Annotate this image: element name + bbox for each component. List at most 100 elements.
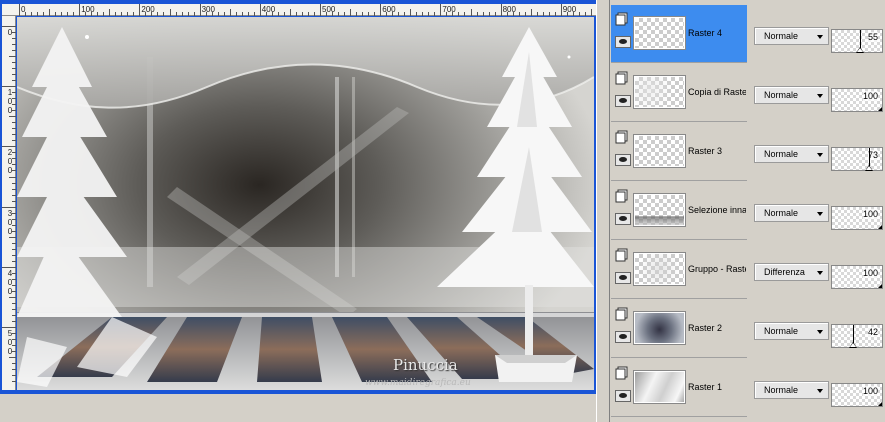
- ruler-minor-tick: [157, 12, 159, 16]
- ruler-tick: [2, 146, 16, 148]
- chevron-down-icon[interactable]: [817, 330, 823, 334]
- ruler-tick: [2, 86, 16, 88]
- ruler-minor-tick: [362, 12, 364, 16]
- opacity-value: 100: [862, 209, 878, 219]
- opacity-handle-icon[interactable]: [856, 47, 864, 53]
- blend-mode-value: Normale: [764, 385, 799, 395]
- blend-mode-dropdown[interactable]: Normale: [754, 204, 829, 222]
- ruler-minor-tick: [301, 12, 303, 16]
- layer-group-icon[interactable]: [615, 71, 629, 85]
- eye-icon[interactable]: [615, 95, 631, 107]
- layer-group-icon[interactable]: [615, 366, 629, 380]
- opacity-corner-icon: [878, 284, 882, 288]
- layer-cell[interactable]: Raster 4: [611, 5, 747, 63]
- opacity-slider[interactable]: 100: [831, 383, 883, 407]
- opacity-slider[interactable]: 100: [831, 206, 883, 230]
- ruler-minor-tick: [9, 357, 16, 359]
- layer-group-icon[interactable]: [615, 248, 629, 262]
- ruler-minor-tick: [12, 32, 16, 34]
- ruler-minor-tick: [193, 12, 195, 16]
- ruler-minor-tick: [12, 74, 16, 76]
- blend-mode-dropdown[interactable]: Normale: [754, 86, 829, 104]
- opacity-slider[interactable]: 100: [831, 88, 883, 112]
- layer-cell[interactable]: Selezione inna: [611, 182, 747, 240]
- layer-cell[interactable]: Gruppo - Raste: [611, 241, 747, 299]
- ruler-minor-tick: [271, 12, 273, 16]
- ruler-minor-tick: [175, 12, 177, 16]
- eye-icon[interactable]: [615, 331, 631, 343]
- chevron-down-icon[interactable]: [817, 94, 823, 98]
- chevron-down-icon[interactable]: [817, 389, 823, 393]
- ruler-minor-tick: [12, 62, 16, 64]
- layer-row[interactable]: Gruppo - Raste Differenza 100: [611, 241, 885, 300]
- opacity-handle-icon[interactable]: [849, 342, 857, 348]
- eye-icon[interactable]: [615, 154, 631, 166]
- opacity-slider[interactable]: 42: [831, 324, 883, 348]
- layer-thumbnail: [633, 311, 686, 345]
- blend-mode-dropdown[interactable]: Normale: [754, 27, 829, 45]
- layer-group-icon[interactable]: [615, 130, 629, 144]
- opacity-slider[interactable]: 73: [831, 147, 883, 171]
- eye-icon[interactable]: [615, 390, 631, 402]
- ruler-minor-tick: [326, 12, 328, 16]
- ruler-minor-tick: [109, 9, 111, 16]
- blend-mode-dropdown[interactable]: Normale: [754, 322, 829, 340]
- ruler-minor-tick: [241, 12, 243, 16]
- opacity-handle-icon[interactable]: [865, 165, 873, 171]
- status-area: [0, 394, 596, 422]
- ruler-minor-tick: [12, 272, 16, 274]
- panel-splitter[interactable]: [596, 0, 610, 422]
- canvas-image[interactable]: Pinuccia www.maidiregrafica.eu: [17, 17, 594, 390]
- ruler-minor-tick: [12, 339, 16, 341]
- layer-row[interactable]: Selezione inna Normale 100: [611, 182, 885, 241]
- ruler-minor-tick: [61, 12, 63, 16]
- chevron-down-icon[interactable]: [817, 35, 823, 39]
- ruler-minor-tick: [12, 140, 16, 142]
- ruler-tick: [199, 4, 201, 16]
- ruler-minor-tick: [566, 12, 568, 16]
- layer-row[interactable]: Copia di Raster Normale 100: [611, 64, 885, 123]
- layer-row[interactable]: Raster 3 Normale 73: [611, 123, 885, 182]
- ruler-minor-tick: [12, 254, 16, 256]
- layer-group-icon[interactable]: [615, 307, 629, 321]
- layer-group-icon[interactable]: [615, 12, 629, 26]
- blend-mode-dropdown[interactable]: Differenza: [754, 263, 829, 281]
- watermark-url: www.maidiregrafica.eu: [365, 378, 471, 388]
- opacity-corner-icon: [878, 402, 882, 406]
- layer-row[interactable]: Raster 1 Normale 100: [611, 359, 885, 418]
- ruler-minor-tick: [211, 12, 213, 16]
- ruler-minor-tick: [12, 200, 16, 202]
- ruler-minor-tick: [386, 12, 388, 16]
- blend-mode-dropdown[interactable]: Normale: [754, 381, 829, 399]
- ruler-minor-tick: [584, 12, 586, 16]
- opacity-slider[interactable]: 100: [831, 265, 883, 289]
- layer-cell[interactable]: Copia di Raster: [611, 64, 747, 122]
- ruler-minor-tick: [12, 345, 16, 347]
- eye-icon[interactable]: [615, 36, 631, 48]
- ruler-minor-tick: [31, 12, 33, 16]
- ruler-label: 100: [81, 5, 95, 14]
- chevron-down-icon[interactable]: [817, 212, 823, 216]
- chevron-down-icon[interactable]: [817, 271, 823, 275]
- ruler-minor-tick: [12, 224, 16, 226]
- ruler-minor-tick: [289, 9, 291, 16]
- ruler-minor-tick: [12, 308, 16, 310]
- ruler-minor-tick: [12, 314, 16, 316]
- layer-row[interactable]: Raster 2 Normale 42: [611, 300, 885, 359]
- layer-thumbnail-image: [635, 313, 684, 343]
- image-document-window: 0 100 200 300 400 500 600 700 800 900 01 0 02 0 0…: [0, 0, 596, 394]
- blend-mode-dropdown[interactable]: Normale: [754, 145, 829, 163]
- layer-row[interactable]: Raster 4 Normale 55: [611, 5, 885, 64]
- layer-cell[interactable]: Raster 1: [611, 359, 747, 417]
- layer-cell[interactable]: Raster 3: [611, 123, 747, 181]
- layer-group-icon[interactable]: [615, 189, 629, 203]
- chevron-down-icon[interactable]: [817, 153, 823, 157]
- ruler-tick: [139, 4, 141, 16]
- layer-cell[interactable]: Raster 2: [611, 300, 747, 358]
- opacity-value: 100: [862, 91, 878, 101]
- eye-icon[interactable]: [615, 213, 631, 225]
- opacity-slider[interactable]: 55: [831, 29, 883, 53]
- eye-icon[interactable]: [615, 272, 631, 284]
- ruler-tick: [19, 4, 20, 16]
- ruler-minor-tick: [12, 164, 16, 166]
